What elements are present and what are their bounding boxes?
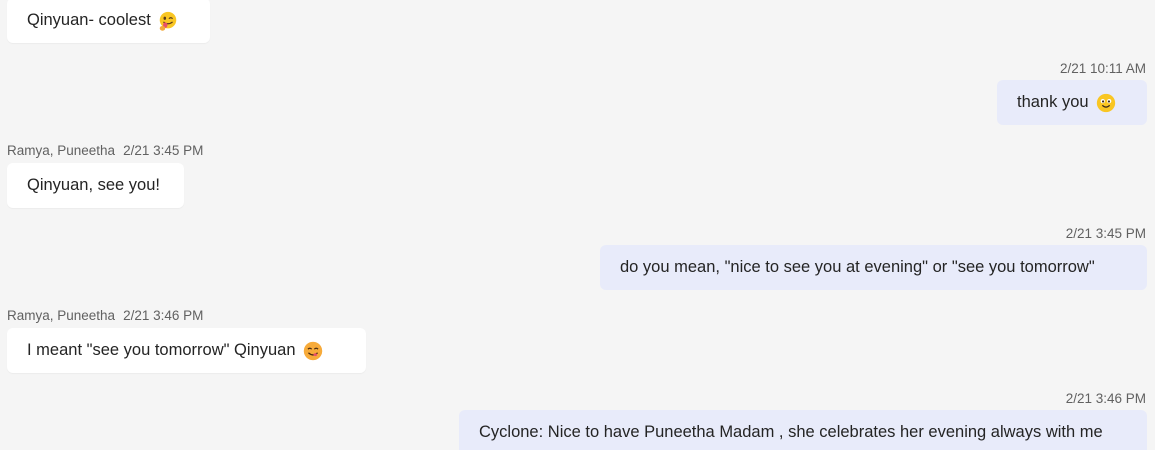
message-timestamp: 2/21 3:46 PM [1065, 391, 1146, 406]
message-bubble-outgoing[interactable]: Cyclone: Nice to have Puneetha Madam , s… [459, 410, 1147, 450]
yum-emoji-icon [303, 341, 322, 360]
message-text: I meant "see you tomorrow" Qinyuan [27, 341, 296, 359]
smiling-emoji-icon [1096, 93, 1115, 112]
message-timestamp: 2/21 3:46 PM [123, 308, 204, 323]
message-author: Ramya, Puneetha [7, 308, 116, 323]
message-timestamp: 2/21 3:45 PM [1065, 226, 1146, 241]
message-meta: Ramya, Puneetha 2/21 3:46 PM [7, 308, 203, 323]
message-text: Cyclone: Nice to have Puneetha Madam , s… [479, 423, 1103, 441]
chat-thread: Qinyuan- coolest 2/21 10:11 AM thank you… [0, 0, 1155, 450]
message-bubble-incoming[interactable]: Qinyuan- coolest [7, 0, 210, 43]
yum-tongue-emoji-icon [159, 11, 177, 31]
message-bubble-outgoing[interactable]: do you mean, "nice to see you at evening… [600, 245, 1147, 290]
message-text: Qinyuan, see you! [27, 176, 160, 194]
message-meta: Ramya, Puneetha 2/21 3:45 PM [7, 143, 203, 158]
message-timestamp: 2/21 10:11 AM [1059, 61, 1146, 76]
message-bubble-outgoing[interactable]: thank you [997, 80, 1147, 125]
message-author: Ramya, Puneetha [7, 143, 116, 158]
message-bubble-incoming[interactable]: Qinyuan, see you! [7, 163, 184, 208]
message-text: do you mean, "nice to see you at evening… [620, 258, 1095, 276]
message-bubble-incoming[interactable]: I meant "see you tomorrow" Qinyuan [7, 328, 366, 373]
message-text: Qinyuan- coolest [27, 11, 151, 29]
message-text: thank you [1017, 93, 1089, 111]
message-timestamp: 2/21 3:45 PM [123, 143, 204, 158]
